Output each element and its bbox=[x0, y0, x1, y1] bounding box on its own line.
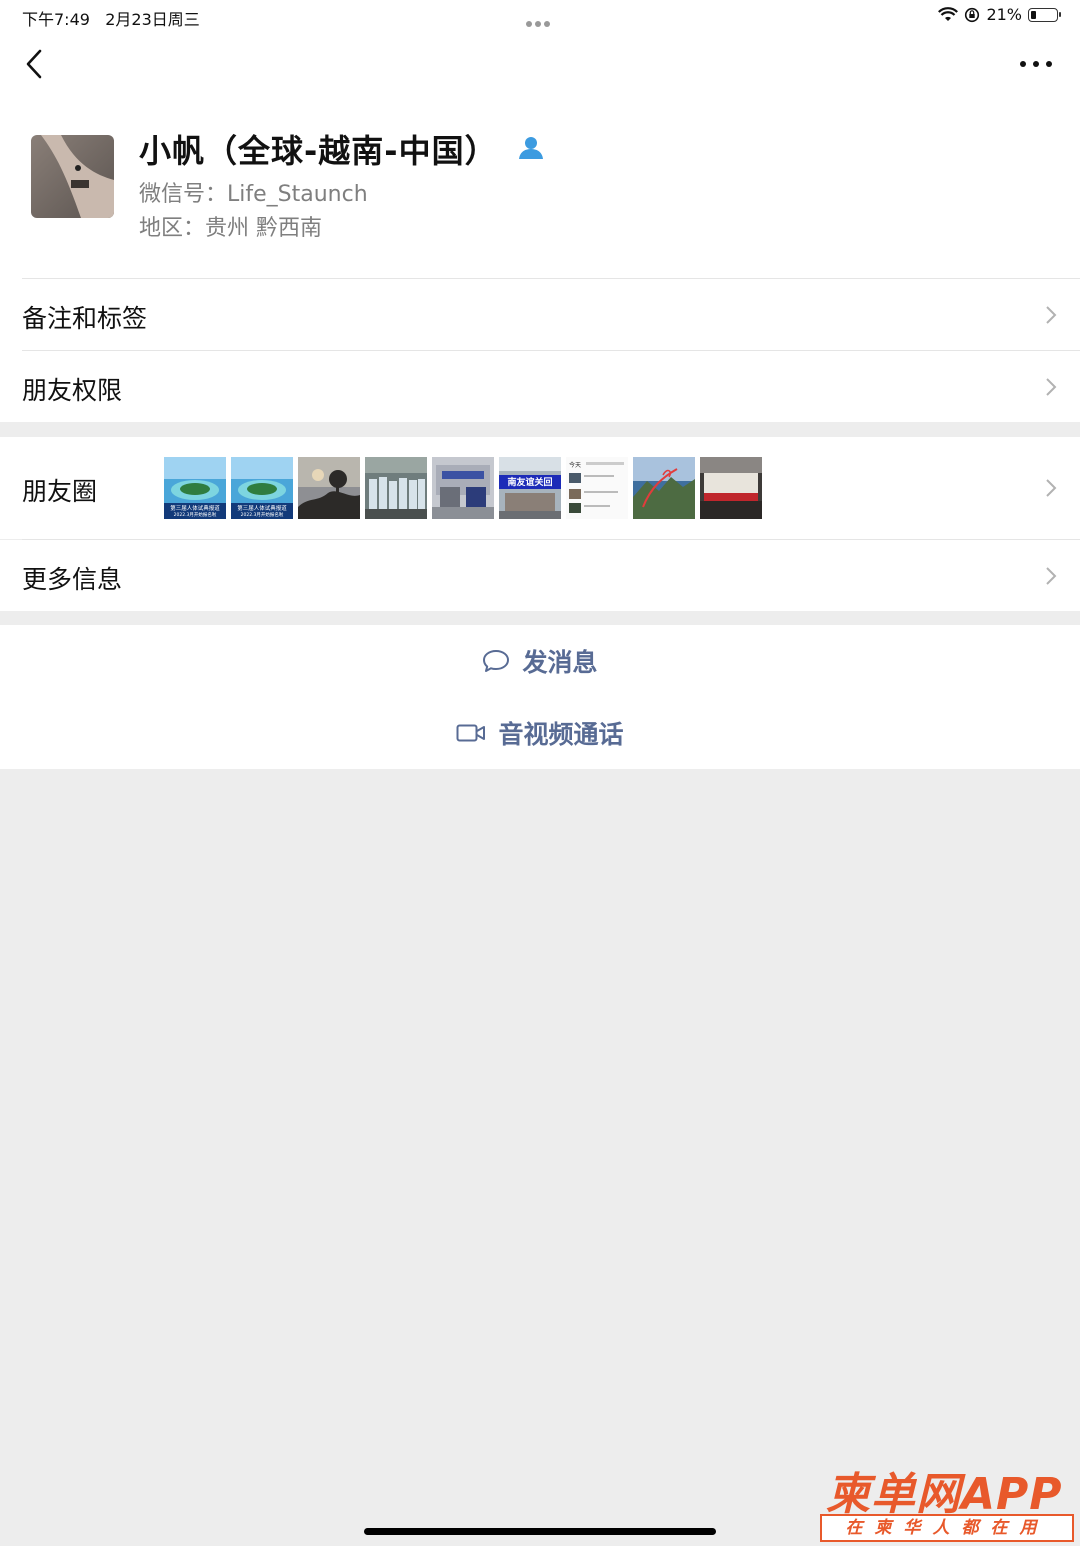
thumbnail-caption: 第三届人体试典报道 bbox=[237, 504, 287, 512]
moments-thumbnail-island: 第三届人体试典报道 2022.3月开始报名啦 bbox=[231, 457, 293, 519]
more-options-icon[interactable] bbox=[1018, 52, 1054, 76]
send-message-button[interactable]: 发消息 bbox=[0, 625, 1080, 697]
avatar[interactable] bbox=[31, 135, 114, 218]
chevron-right-icon bbox=[1046, 479, 1057, 497]
wifi-icon bbox=[938, 6, 959, 21]
moments-row[interactable]: 朋友圈 第三届人体试典报道 2022.3月开始报名啦 第三届人体试典报道 202… bbox=[0, 437, 1080, 539]
video-call-button[interactable]: 音视频通话 bbox=[0, 697, 1080, 769]
moments-thumbnail-group-photo bbox=[365, 457, 427, 519]
remarks-and-tags-row[interactable]: 备注和标签 bbox=[0, 279, 1080, 350]
thumbnail-caption: 第三届人体试典报道 bbox=[170, 504, 220, 512]
moments-label: 朋友圈 bbox=[22, 477, 98, 506]
video-camera-icon bbox=[456, 724, 486, 742]
wechat-id: 微信号：Life_Staunch bbox=[139, 182, 368, 207]
status-time: 下午7:49 bbox=[22, 10, 90, 29]
more-info-label: 更多信息 bbox=[22, 565, 123, 594]
chat-bubble-icon bbox=[483, 650, 510, 672]
home-indicator[interactable] bbox=[364, 1528, 716, 1535]
send-message-label: 发消息 bbox=[522, 648, 598, 677]
region: 地区：贵州 黔西南 bbox=[139, 216, 322, 241]
status-time-date: 下午7:49 2月23日周三 bbox=[22, 6, 200, 30]
moments-thumbnail-screenshot: 今天 bbox=[566, 457, 628, 519]
profile-header: 小帆（全球-越南-中国） 微信号：Life_Staunch 地区：贵州 黔西南 … bbox=[0, 32, 1080, 422]
multitasking-dots-icon[interactable] bbox=[526, 12, 553, 31]
chevron-right-icon bbox=[1046, 378, 1057, 396]
status-date: 2月23日周三 bbox=[105, 10, 200, 29]
moments-thumbnail-island: 第三届人体试典报道 2022.3月开始报名啦 bbox=[164, 457, 226, 519]
contact-name: 小帆（全球-越南-中国） bbox=[139, 132, 498, 170]
status-bar: 下午7:49 2月23日周三 21% bbox=[0, 0, 1080, 32]
thumbnail-caption: 南友谊关回 bbox=[507, 476, 552, 488]
contact-person-icon bbox=[519, 137, 543, 159]
chevron-right-icon bbox=[1046, 306, 1057, 324]
battery-icon bbox=[1028, 7, 1061, 22]
moments-thumbnails: 第三届人体试典报道 2022.3月开始报名啦 第三届人体试典报道 2022.3月… bbox=[164, 457, 762, 519]
thumbnail-subcaption: 2022.3月开始报名啦 bbox=[241, 511, 284, 518]
video-call-label: 音视频通话 bbox=[498, 720, 624, 749]
status-indicators: 21% bbox=[938, 5, 1061, 24]
rotation-lock-icon bbox=[965, 7, 980, 22]
back-chevron-icon[interactable] bbox=[20, 46, 50, 82]
more-info-row[interactable]: 更多信息 bbox=[0, 540, 1080, 611]
remarks-and-tags-label: 备注和标签 bbox=[22, 304, 148, 333]
moments-thumbnail-sunset bbox=[298, 457, 360, 519]
moments-thumbnail-map bbox=[633, 457, 695, 519]
watermark-logo: 柬单网APP 在柬华人都在用 bbox=[820, 1458, 1076, 1544]
friend-permissions-row[interactable]: 朋友权限 bbox=[0, 351, 1080, 422]
moments-thumbnail-building bbox=[432, 457, 494, 519]
chevron-right-icon bbox=[1046, 567, 1057, 585]
thumbnail-caption: 今天 bbox=[569, 461, 581, 469]
moments-thumbnail-office bbox=[700, 457, 762, 519]
battery-percent: 21% bbox=[986, 5, 1022, 24]
friend-permissions-label: 朋友权限 bbox=[22, 376, 123, 405]
watermark-slogan: 在柬华人都在用 bbox=[820, 1514, 1074, 1542]
watermark-main: 柬单网APP bbox=[826, 1469, 1063, 1520]
thumbnail-subcaption: 2022.3月开始报名啦 bbox=[174, 511, 217, 518]
moments-thumbnail-border-gate: 南友谊关回 bbox=[499, 457, 561, 519]
